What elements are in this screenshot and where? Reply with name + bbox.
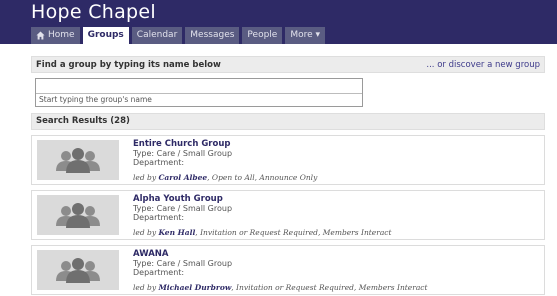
find-group-label: Find a group by typing its name below (36, 59, 221, 70)
tab-more-label: More ▾ (290, 30, 321, 40)
led-by-prefix: led by (133, 173, 159, 182)
tab-messages[interactable]: Messages (185, 27, 240, 44)
group-leader-line: led by Carol Albee, Open to All, Announc… (133, 173, 533, 183)
group-thumbnail[interactable] (37, 250, 119, 290)
group-result[interactable]: Entire Church Group Type: Care / Small G… (31, 135, 545, 185)
tab-home-label: Home (48, 30, 75, 40)
search-results-header: Search Results (28) (31, 113, 545, 130)
group-type: Type: Care / Small Group (133, 149, 233, 158)
group-name-link[interactable]: Alpha Youth Group (133, 194, 533, 204)
search-hint: Start typing the group's name (39, 95, 152, 104)
tab-people-label: People (247, 30, 278, 40)
tab-messages-label: Messages (190, 30, 235, 40)
group-info: Alpha Youth Group Type: Care / Small Gro… (133, 194, 533, 238)
group-people-icon (56, 148, 100, 173)
group-type: Type: Care / Small Group (133, 204, 233, 213)
main-nav: Home Groups Calendar Messages People Mor… (31, 27, 326, 44)
home-icon (36, 31, 45, 40)
group-leader-line: led by Ken Hall, Invitation or Request R… (133, 228, 533, 238)
group-info: Entire Church Group Type: Care / Small G… (133, 139, 533, 183)
tab-calendar-label: Calendar (136, 30, 178, 40)
group-department: Department: (133, 213, 185, 222)
group-search-box: Start typing the group's name (35, 78, 363, 107)
leader-link[interactable]: Carol Albee (158, 173, 207, 182)
group-type: Type: Care / Small Group (133, 259, 233, 268)
group-search-input[interactable] (36, 79, 362, 94)
group-people-icon (56, 203, 100, 228)
group-department: Department: (133, 158, 185, 167)
group-thumbnail[interactable] (37, 195, 119, 235)
main-content: Find a group by typing its name below ..… (31, 56, 545, 296)
discover-group-link[interactable]: ... or discover a new group (426, 60, 540, 70)
led-by-prefix: led by (133, 283, 159, 292)
group-settings: , Invitation or Request Required, Member… (231, 283, 428, 292)
site-title[interactable]: Hope Chapel (31, 1, 156, 23)
group-result[interactable]: Alpha Youth Group Type: Care / Small Gro… (31, 190, 545, 240)
tab-home[interactable]: Home (31, 27, 80, 44)
led-by-prefix: led by (133, 228, 159, 237)
tab-calendar[interactable]: Calendar (131, 27, 183, 44)
header-inner: Hope Chapel Home Groups Calendar Message… (31, 0, 557, 44)
tab-people[interactable]: People (242, 27, 283, 44)
group-name-link[interactable]: AWANA (133, 249, 533, 259)
group-name-link[interactable]: Entire Church Group (133, 139, 533, 149)
group-settings: , Invitation or Request Required, Member… (195, 228, 392, 237)
group-people-icon (56, 258, 100, 283)
group-thumbnail[interactable] (37, 140, 119, 180)
leader-link[interactable]: Michael Durbrow (158, 283, 231, 292)
group-result[interactable]: AWANA Type: Care / Small Group Departmen… (31, 245, 545, 295)
site-header: Hope Chapel Home Groups Calendar Message… (0, 0, 557, 44)
tab-groups[interactable]: Groups (82, 27, 129, 44)
result-list: Entire Church Group Type: Care / Small G… (31, 135, 545, 295)
group-settings: , Open to All, Announce Only (207, 173, 318, 182)
group-info: AWANA Type: Care / Small Group Departmen… (133, 249, 533, 293)
group-department: Department: (133, 268, 185, 277)
find-group-bar: Find a group by typing its name below ..… (31, 56, 545, 73)
tab-groups-label: Groups (87, 30, 124, 40)
tab-more[interactable]: More ▾ (285, 27, 326, 44)
group-leader-line: led by Michael Durbrow, Invitation or Re… (133, 283, 533, 293)
leader-link[interactable]: Ken Hall (158, 228, 195, 237)
